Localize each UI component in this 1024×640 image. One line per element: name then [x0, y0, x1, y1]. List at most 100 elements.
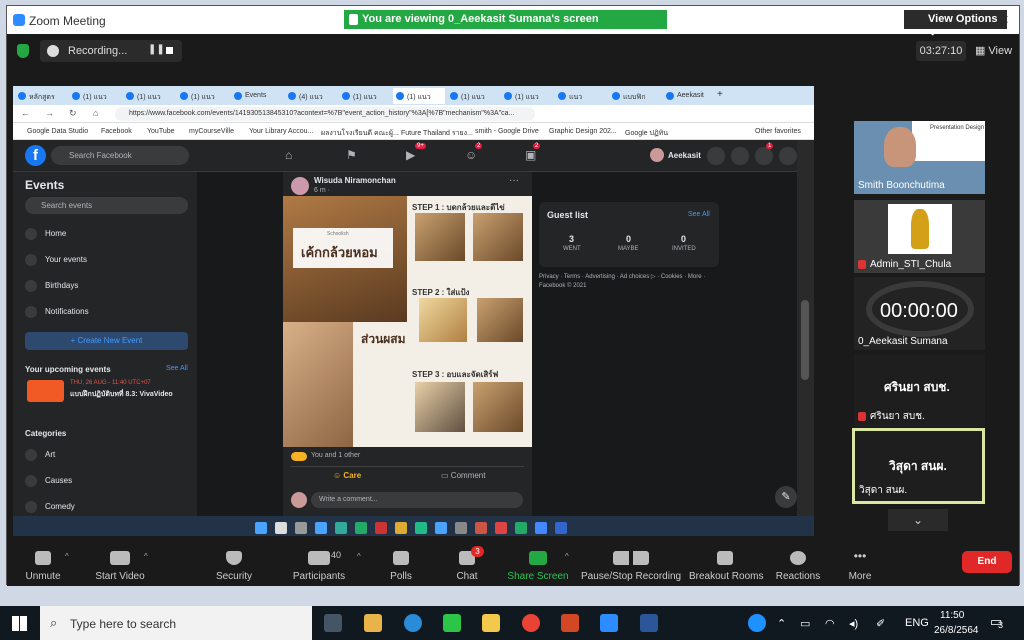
- more-button[interactable]: ••• More: [841, 536, 879, 586]
- task-view-icon[interactable]: [324, 614, 342, 632]
- edge-icon[interactable]: [404, 614, 422, 632]
- bookmark[interactable]: Future Thailand รายง...: [401, 128, 473, 139]
- category-comedy[interactable]: Comedy: [25, 501, 75, 513]
- participants-caret-icon[interactable]: ^: [357, 552, 361, 561]
- unmute-button[interactable]: Unmute: [19, 536, 67, 586]
- help-icon[interactable]: [748, 614, 766, 632]
- participant-video[interactable]: Presentation Design Smith Boonchutima: [854, 121, 985, 194]
- forward-icon[interactable]: →: [45, 108, 54, 118]
- reactions-button[interactable]: Reactions: [773, 536, 823, 586]
- end-meeting-button[interactable]: End: [962, 551, 1012, 573]
- participant-video[interactable]: 00:00:00 0_Aeekasit Sumana: [854, 277, 985, 350]
- reactions-count[interactable]: You and 1 other: [311, 452, 360, 459]
- reload-icon[interactable]: ↻: [69, 108, 77, 119]
- bookmark[interactable]: Your Library Accou...: [249, 128, 313, 135]
- category-causes[interactable]: Causes: [25, 475, 72, 487]
- steps-image[interactable]: STEP 1 : บดกล้วยและตีไข่ STEP 2 : ใส่แป้…: [407, 196, 532, 447]
- see-all-link[interactable]: See All: [166, 365, 188, 372]
- category-art[interactable]: Art: [25, 449, 55, 461]
- view-button[interactable]: ▦ View: [971, 41, 1016, 61]
- scroll-down-participants[interactable]: ⌄: [888, 509, 948, 531]
- audio-options-caret-icon[interactable]: ^: [65, 552, 69, 561]
- browser-tab[interactable]: (1) แนว: [501, 88, 553, 104]
- url-field[interactable]: https://www.facebook.com/events/14193051…: [115, 107, 535, 121]
- avatar[interactable]: [650, 148, 664, 162]
- watch-icon[interactable]: ▶: [406, 148, 415, 162]
- start-video-button[interactable]: Start Video: [89, 536, 151, 586]
- store-icon[interactable]: [364, 614, 382, 632]
- security-button[interactable]: Security: [209, 536, 259, 586]
- chat-button[interactable]: Chat: [447, 536, 487, 586]
- facebook-search-input[interactable]: Search Facebook: [51, 146, 189, 165]
- bookmark[interactable]: Graphic Design 202...: [549, 128, 617, 135]
- zoom-icon[interactable]: [600, 614, 618, 632]
- facebook-logo[interactable]: f: [25, 145, 46, 166]
- bookmark[interactable]: Google ปฏิทิน: [625, 128, 668, 139]
- sidebar-item-home[interactable]: Home: [25, 228, 66, 240]
- bookmark[interactable]: Facebook: [101, 128, 132, 135]
- browser-tab[interactable]: (1) แนว: [69, 88, 121, 104]
- edit-icon[interactable]: ✎: [775, 486, 797, 508]
- view-options-button[interactable]: View Options ⌄: [904, 10, 1007, 38]
- new-tab-icon[interactable]: +: [717, 89, 723, 100]
- bookmark[interactable]: Google Data Studio: [27, 128, 88, 135]
- video-options-caret-icon[interactable]: ^: [144, 552, 148, 561]
- back-icon[interactable]: ←: [21, 108, 30, 118]
- file-explorer-icon[interactable]: [482, 614, 500, 632]
- more-options-icon[interactable]: ···: [509, 175, 519, 186]
- profile-name[interactable]: Aeekasit: [668, 151, 701, 160]
- wifi-icon[interactable]: ◠: [825, 617, 835, 630]
- menu-grid-icon[interactable]: [707, 147, 725, 165]
- sidebar-item-notifications[interactable]: Notifications: [25, 306, 89, 318]
- browser-tab[interactable]: หลักสูตร: [15, 88, 67, 104]
- pen-icon[interactable]: ✐: [876, 617, 885, 630]
- pause-recording-icon[interactable]: ❚❚: [148, 44, 165, 55]
- pause-stop-recording-button[interactable]: Pause/Stop Recording: [581, 536, 681, 586]
- participant-video-active[interactable]: วิสุดา สนผ. วิสุดา สนผ.: [852, 428, 985, 504]
- clock-date[interactable]: 26/8/2564: [934, 625, 979, 636]
- language-indicator[interactable]: ENG: [905, 617, 929, 629]
- stop-recording-icon[interactable]: [166, 47, 173, 54]
- scroll-thumb[interactable]: [801, 300, 809, 380]
- powerpoint-icon[interactable]: [561, 614, 579, 632]
- word-icon[interactable]: [640, 614, 658, 632]
- windows-search-box[interactable]: ⌕ Type here to search: [40, 606, 312, 640]
- account-menu-icon[interactable]: [779, 147, 797, 165]
- chrome-icon[interactable]: [522, 614, 540, 632]
- gaming-icon[interactable]: ▣: [525, 148, 536, 162]
- line-icon[interactable]: [443, 614, 461, 632]
- share-options-caret-icon[interactable]: ^: [565, 552, 569, 561]
- browser-tab[interactable]: (4) แนว: [285, 88, 337, 104]
- post-author[interactable]: Wisuda Niramonchan: [314, 176, 396, 185]
- event-thumbnail[interactable]: [27, 380, 64, 402]
- polls-button[interactable]: Polls: [381, 536, 421, 586]
- participants-button[interactable]: Participants: [287, 536, 351, 586]
- browser-scrollbar[interactable]: [797, 140, 814, 542]
- guest-see-all-link[interactable]: See All: [688, 211, 710, 218]
- bookmark[interactable]: ผลงานโรงเรียนดี คณะผู้...: [321, 128, 399, 139]
- windows-start-icon[interactable]: [12, 616, 27, 631]
- sidebar-item-your-events[interactable]: Your events: [25, 254, 87, 266]
- browser-tab[interactable]: แนว: [555, 88, 607, 104]
- browser-tab[interactable]: (1) แนว: [123, 88, 175, 104]
- browser-tab[interactable]: (1) แนว: [177, 88, 229, 104]
- clock-time[interactable]: 11:50: [940, 610, 964, 621]
- comment-input[interactable]: Write a comment...: [311, 492, 523, 508]
- comment-button[interactable]: ▭ Comment: [441, 471, 485, 480]
- browser-tab[interactable]: แบบฟิก: [609, 88, 661, 104]
- bookmark[interactable]: myCourseVille: [189, 128, 234, 135]
- browser-tab-active[interactable]: (1) แนว: [393, 88, 445, 104]
- home-icon[interactable]: ⌂: [285, 148, 292, 162]
- meet-now-icon[interactable]: ▭: [800, 617, 810, 630]
- browser-tab[interactable]: Events: [231, 88, 283, 104]
- groups-icon[interactable]: ☺: [465, 148, 477, 162]
- participant-video[interactable]: ศรินยา สบช. ศรินยา สบช.: [854, 354, 985, 427]
- browser-tab[interactable]: (1) แนว: [339, 88, 391, 104]
- bookmark[interactable]: YouTube: [147, 128, 175, 135]
- create-event-button[interactable]: + Create New Event: [25, 332, 188, 350]
- sidebar-item-birthdays[interactable]: Birthdays: [25, 280, 78, 292]
- messenger-icon[interactable]: [731, 147, 749, 165]
- flag-icon[interactable]: ⚑: [346, 148, 357, 162]
- home-icon[interactable]: ⌂: [93, 108, 98, 118]
- event-title[interactable]: แบบฝึกปฏิบัติบทที่ 8.3: VivaVideo: [70, 389, 173, 400]
